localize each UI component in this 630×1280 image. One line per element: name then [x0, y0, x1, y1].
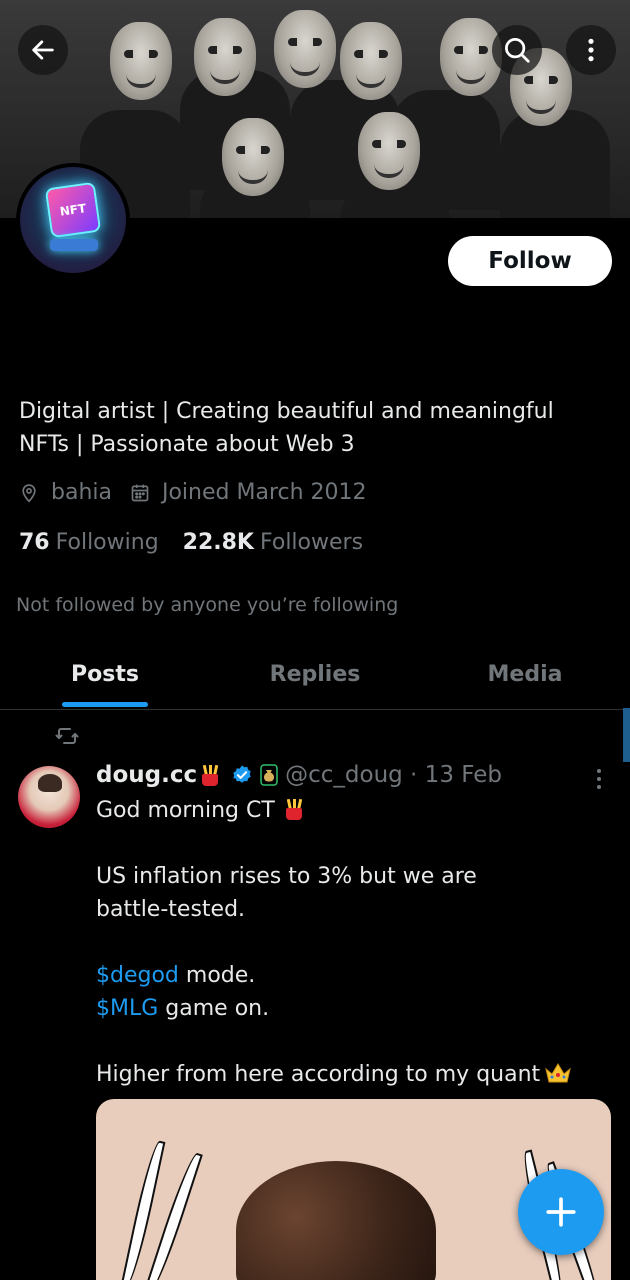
post-author-name[interactable]: doug.cc — [96, 762, 197, 788]
avatar-nft-label: NFT — [58, 201, 88, 219]
verified-badge-icon[interactable] — [231, 764, 253, 786]
money-bag-badge-icon — [259, 764, 279, 786]
joined-item: Joined March 2012 — [130, 480, 367, 505]
post-line: $MLG game on. — [96, 996, 270, 1021]
followers-count: 22.8K — [182, 530, 254, 555]
bio-line: NFTs | Passionate about Web 3 — [19, 432, 355, 457]
plus-icon — [546, 1197, 576, 1227]
tab-posts[interactable]: Posts — [0, 640, 210, 709]
cashtag-link[interactable]: $degod — [96, 963, 179, 988]
location-text: bahia — [51, 480, 112, 505]
compose-post-button[interactable] — [518, 1169, 604, 1255]
following-count: 76 — [19, 530, 50, 555]
following-link[interactable]: 76 Following — [19, 530, 159, 555]
arrow-left-icon — [32, 40, 54, 60]
tab-replies[interactable]: Replies — [210, 640, 420, 709]
search-icon — [505, 38, 530, 63]
calendar-icon — [131, 484, 149, 501]
fries-emoji-icon — [199, 764, 221, 786]
more-vertical-icon — [597, 769, 601, 789]
crown-emoji-icon — [545, 1063, 571, 1083]
repost-indicator — [54, 724, 80, 752]
post-line: Higher from here according to my quant — [96, 1058, 606, 1091]
post-author-avatar[interactable] — [18, 766, 80, 828]
following-label: Following — [55, 530, 159, 555]
post-more-button[interactable] — [593, 767, 605, 795]
profile-tabs: Posts Replies Media — [0, 640, 630, 710]
bio-line: Digital artist | Creating beautiful and … — [19, 399, 554, 424]
post-text: God morning CT US inflation rises to 3% … — [96, 794, 606, 1091]
repost-icon — [55, 728, 79, 744]
nft-avatar-image: NFT — [20, 167, 126, 273]
tab-media[interactable]: Media — [420, 640, 630, 709]
back-button[interactable] — [18, 25, 68, 75]
not-followed-note: Not followed by anyone you’re following — [16, 594, 399, 616]
followers-label: Followers — [259, 530, 364, 555]
cashtag-link[interactable]: $MLG — [96, 996, 158, 1021]
fries-emoji-icon — [283, 798, 305, 820]
post-line: God morning CT — [96, 794, 606, 827]
profile-bio: Digital artist | Creating beautiful and … — [19, 395, 599, 461]
followers-link[interactable]: 22.8K Followers — [183, 530, 363, 555]
post-line: battle-tested. — [96, 897, 246, 922]
scroll-indicator[interactable] — [623, 708, 630, 762]
post-line: $degod mode. — [96, 963, 256, 988]
follow-button[interactable]: Follow — [448, 236, 612, 286]
profile-meta: bahia Joined March 2012 — [19, 480, 385, 505]
joined-text: Joined March 2012 — [161, 480, 367, 505]
search-button[interactable] — [492, 25, 542, 75]
more-vertical-icon — [588, 38, 594, 62]
post-header: doug.cc @cc_doug · 13 Feb — [96, 762, 502, 788]
location-pin-icon — [22, 483, 36, 503]
post-line: US inflation rises to 3% but we are — [96, 864, 477, 889]
profile-stats: 76 Following 22.8K Followers — [19, 530, 387, 555]
post-handle-date[interactable]: @cc_doug · 13 Feb — [285, 762, 502, 788]
location-item: bahia — [19, 480, 112, 505]
more-options-button[interactable] — [566, 25, 616, 75]
profile-avatar[interactable]: NFT — [16, 163, 130, 277]
